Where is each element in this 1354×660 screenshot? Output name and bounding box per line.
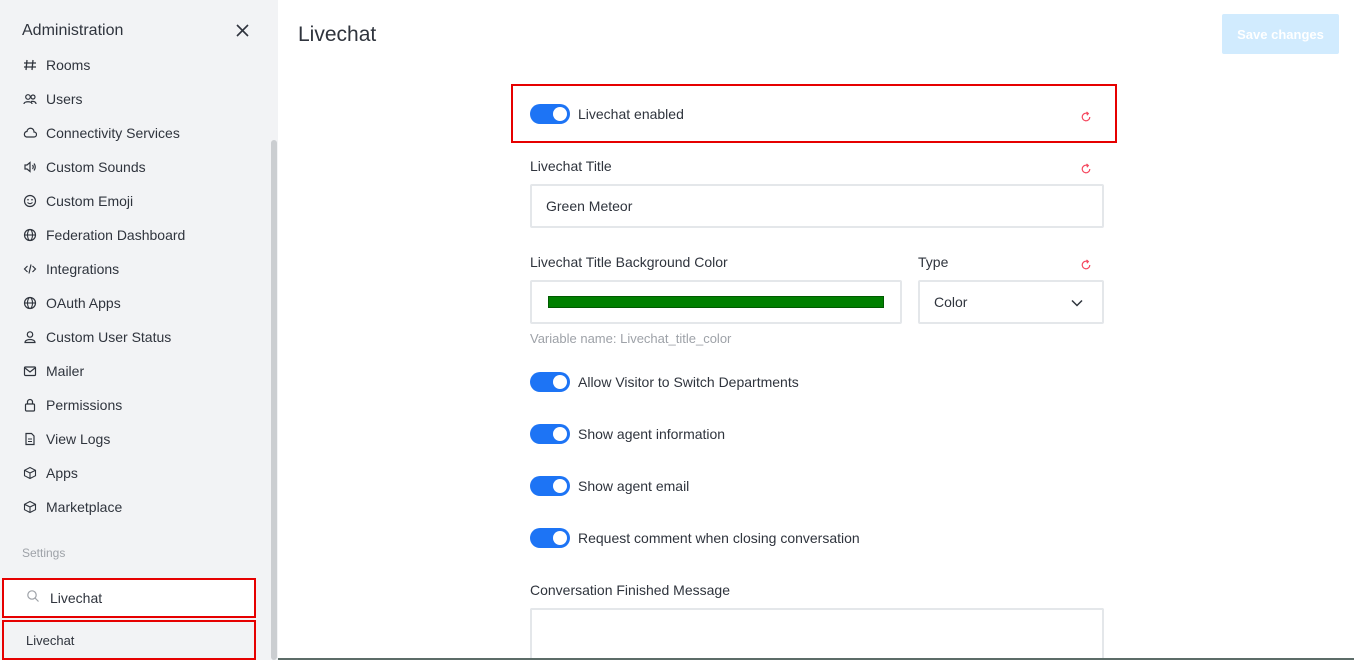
sidebar-item-livechat-settings[interactable]: Livechat xyxy=(2,620,256,660)
type-select-value: Color xyxy=(934,294,968,310)
sidebar-item-mailer[interactable]: Mailer xyxy=(0,356,268,386)
reset-icon[interactable] xyxy=(1080,162,1092,174)
sidebar-item-users[interactable]: Users xyxy=(0,84,268,114)
request-comment-toggle[interactable] xyxy=(530,528,570,548)
allow-switch-departments-toggle[interactable] xyxy=(530,372,570,392)
sidebar-item-label: Custom Emoji xyxy=(46,193,134,209)
settings-section-label: Settings xyxy=(22,546,66,560)
code-icon xyxy=(22,261,38,277)
sidebar-item-custom-user-status[interactable]: Custom User Status xyxy=(0,322,268,352)
sidebar-item-label: Custom User Status xyxy=(46,329,172,345)
variable-name-hint: Variable name: Livechat_title_color xyxy=(530,331,732,346)
livechat-enabled-toggle[interactable] xyxy=(530,104,570,124)
sidebar-item-label: Connectivity Services xyxy=(46,125,180,141)
sidebar-title: Administration xyxy=(22,22,124,39)
bg-color-label: Livechat Title Background Color xyxy=(530,254,728,270)
livechat-enabled-label: Livechat enabled xyxy=(578,106,684,122)
sidebar-item-label: OAuth Apps xyxy=(46,295,121,311)
finished-message-label: Conversation Finished Message xyxy=(530,582,730,598)
save-changes-button[interactable]: Save changes xyxy=(1222,14,1339,54)
cube-icon xyxy=(22,465,38,481)
sidebar-item-marketplace[interactable]: Marketplace xyxy=(0,492,268,522)
sidebar-item-permissions[interactable]: Permissions xyxy=(0,390,268,420)
file-icon xyxy=(22,431,38,447)
type-label: Type xyxy=(918,254,949,270)
livechat-title-label: Livechat Title xyxy=(530,158,612,174)
emoji-icon xyxy=(22,193,38,209)
cloud-icon xyxy=(22,125,38,141)
sidebar-item-custom-emoji[interactable]: Custom Emoji xyxy=(0,186,268,216)
sidebar-item-federation-dashboard[interactable]: Federation Dashboard xyxy=(0,220,268,250)
lock-icon xyxy=(22,397,38,413)
sidebar-item-label: Mailer xyxy=(46,363,85,379)
globe-icon xyxy=(22,227,38,243)
mail-icon xyxy=(22,363,38,379)
hashtag-icon xyxy=(22,57,38,73)
livechat-title-input[interactable] xyxy=(530,184,1104,228)
chevron-down-icon xyxy=(1070,296,1084,312)
sidebar-item-label: Apps xyxy=(46,465,78,481)
sidebar-item-label: Permissions xyxy=(46,397,123,413)
allow-switch-departments-label: Allow Visitor to Switch Departments xyxy=(578,374,799,390)
cube-icon xyxy=(22,499,38,515)
show-agent-info-label: Show agent information xyxy=(578,426,726,442)
main-content: Livechat Save changes Livechat enabled L… xyxy=(278,0,1354,660)
user-icon xyxy=(22,329,38,345)
sidebar-item-view-logs[interactable]: View Logs xyxy=(0,424,268,454)
sidebar-item-label: Livechat xyxy=(26,632,75,648)
sidebar-item-rooms[interactable]: Rooms xyxy=(0,50,268,80)
settings-search-input[interactable] xyxy=(50,590,240,606)
color-swatch xyxy=(548,296,884,308)
show-agent-info-toggle[interactable] xyxy=(530,424,570,444)
sidebar-item-label: Integrations xyxy=(46,261,120,277)
volume-icon xyxy=(22,159,38,175)
admin-sidebar: Administration Rooms Users Connectivity … xyxy=(0,0,278,660)
show-agent-email-label: Show agent email xyxy=(578,478,690,494)
search-icon xyxy=(26,589,40,608)
sidebar-item-label: View Logs xyxy=(46,431,111,447)
close-icon[interactable] xyxy=(234,20,252,40)
sidebar-item-integrations[interactable]: Integrations xyxy=(0,254,268,284)
bg-color-picker[interactable] xyxy=(530,280,902,324)
page-title: Livechat xyxy=(298,23,377,46)
app-root: Administration Rooms Users Connectivity … xyxy=(0,0,1354,660)
sidebar-item-label: Users xyxy=(46,91,83,107)
sidebar-nav-list: Rooms Users Connectivity Services Custom… xyxy=(0,50,268,530)
globe-icon xyxy=(22,295,38,311)
sidebar-item-oauth-apps[interactable]: OAuth Apps xyxy=(0,288,268,318)
show-agent-email-toggle[interactable] xyxy=(530,476,570,496)
sidebar-item-label: Custom Sounds xyxy=(46,159,146,175)
sidebar-scrollbar-thumb[interactable] xyxy=(271,140,277,660)
request-comment-label: Request comment when closing conversatio… xyxy=(578,530,860,546)
sidebar-item-label: Marketplace xyxy=(46,499,123,515)
sidebar-item-label: Rooms xyxy=(46,57,91,73)
sidebar-item-custom-sounds[interactable]: Custom Sounds xyxy=(0,152,268,182)
reset-icon[interactable] xyxy=(1080,258,1092,270)
type-select[interactable]: Color xyxy=(918,280,1104,324)
sidebar-item-apps[interactable]: Apps xyxy=(0,458,268,488)
sidebar-item-connectivity-services[interactable]: Connectivity Services xyxy=(0,118,268,148)
settings-search-box xyxy=(2,578,256,618)
team-icon xyxy=(22,91,38,107)
reset-icon[interactable] xyxy=(1080,110,1092,122)
sidebar-item-label: Federation Dashboard xyxy=(46,227,186,243)
finished-message-textarea[interactable] xyxy=(530,608,1104,660)
